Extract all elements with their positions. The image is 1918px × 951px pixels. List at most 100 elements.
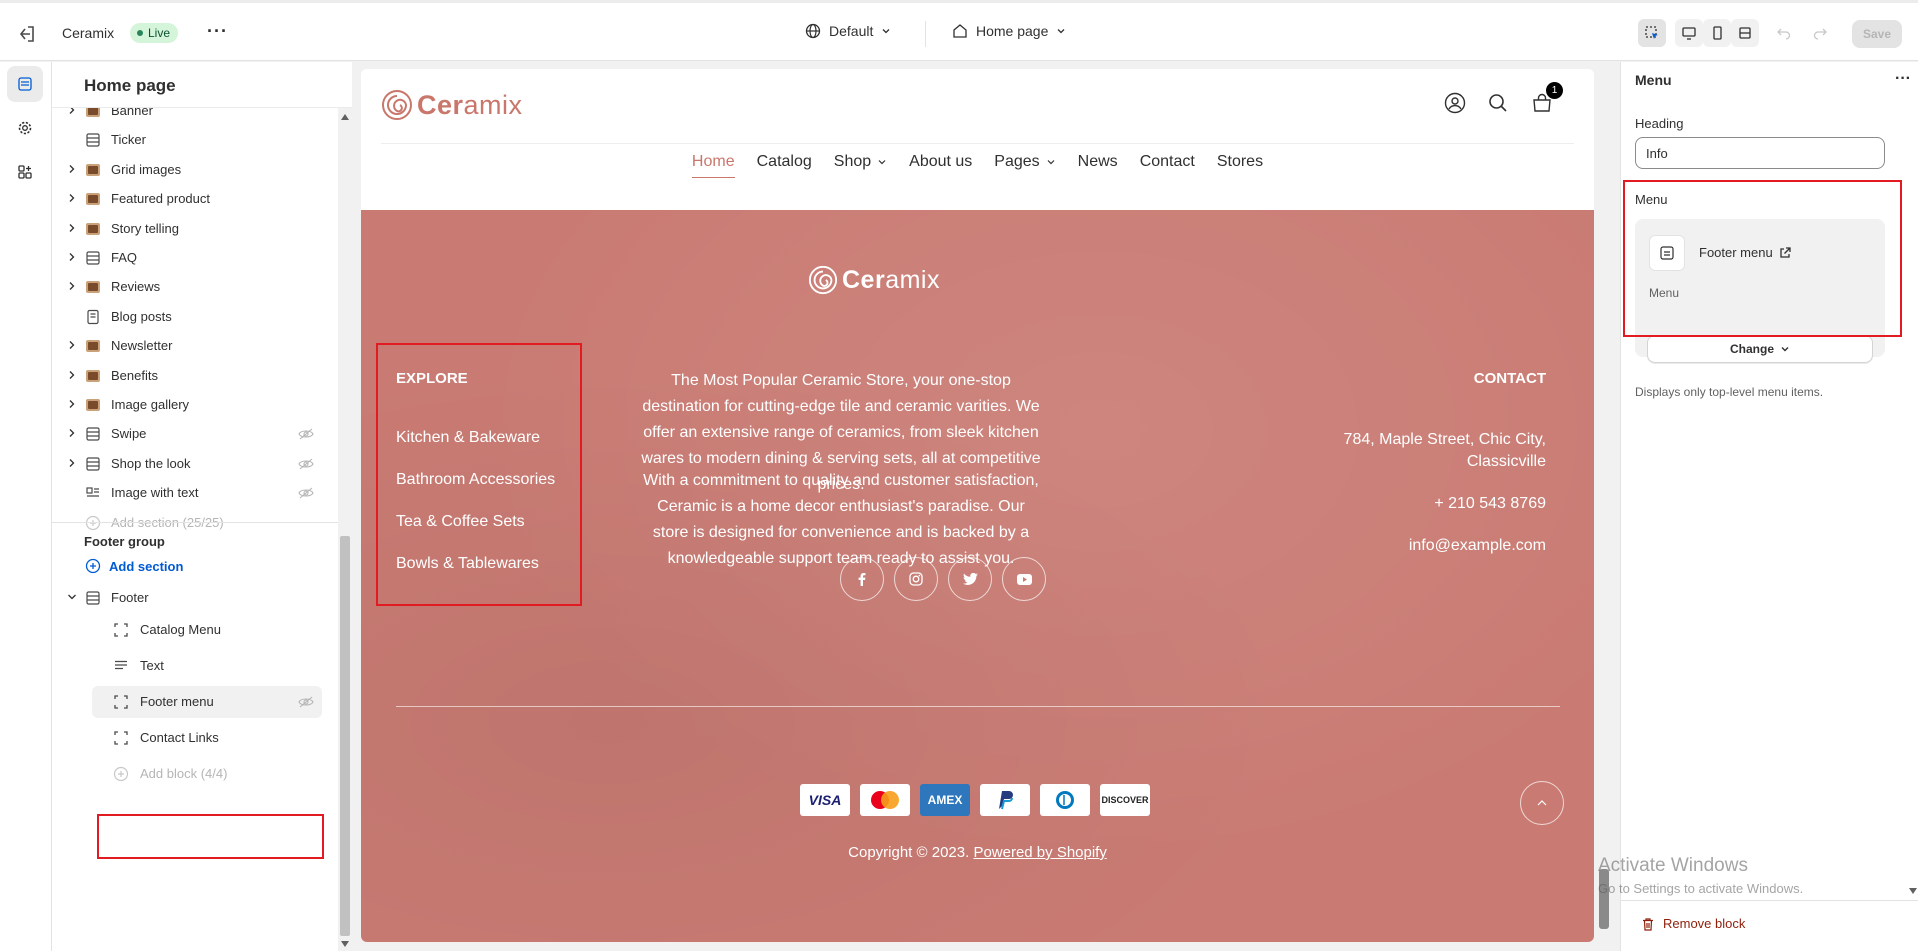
chevron-right-icon[interactable]: [67, 370, 77, 380]
eye-off-icon[interactable]: [298, 457, 314, 471]
instagram-icon[interactable]: [894, 557, 938, 601]
chevron-down-icon: [1047, 160, 1055, 165]
nav-news[interactable]: News: [1078, 153, 1118, 171]
windows-watermark: Activate Windows Go to Settings to activ…: [1598, 855, 1803, 896]
chevron-right-icon[interactable]: [67, 458, 77, 468]
back-to-top-button[interactable]: [1520, 781, 1564, 825]
block-row-footer-menu[interactable]: Footer menu: [92, 686, 322, 718]
chevron-right-icon[interactable]: [67, 399, 77, 409]
panel-scrollbar[interactable]: [1907, 62, 1918, 900]
section-thumbnail-icon: [86, 399, 100, 411]
section-label: Ticker: [111, 132, 146, 148]
footer-add-section-button[interactable]: Add section: [85, 558, 183, 574]
section-row-image-with-text[interactable]: Image with text: [52, 477, 338, 509]
nav-contact[interactable]: Contact: [1140, 153, 1195, 171]
exit-icon[interactable]: [16, 23, 38, 45]
section-label: Banner: [111, 108, 153, 118]
redo-icon[interactable]: [1806, 19, 1834, 47]
section-row-reviews[interactable]: Reviews: [52, 271, 338, 303]
nav-shop[interactable]: Shop: [834, 153, 887, 171]
section-thumbnail-icon: [86, 193, 100, 206]
store-logo[interactable]: Ceramix: [381, 89, 523, 121]
logo-text-light: amix: [463, 89, 523, 120]
contact-phone[interactable]: + 210 543 8769: [1434, 493, 1546, 515]
footer-logo[interactable]: Ceramix: [808, 265, 940, 295]
block-icon: [114, 623, 128, 637]
nav-pages[interactable]: Pages: [994, 153, 1055, 171]
section-row-faq[interactable]: FAQ: [52, 242, 338, 274]
youtube-icon[interactable]: [1002, 557, 1046, 601]
chevron-right-icon[interactable]: [67, 428, 77, 438]
amex-icon: AMEX: [920, 784, 970, 816]
powered-by-link[interactable]: Powered by Shopify: [973, 844, 1106, 861]
block-row-text[interactable]: Text: [52, 650, 338, 682]
section-row-story-telling[interactable]: Story telling: [52, 213, 338, 245]
eye-off-icon[interactable]: [298, 486, 314, 500]
sidebar-scrollbar[interactable]: [338, 108, 352, 951]
chevron-right-icon[interactable]: [67, 108, 77, 115]
section-row-ticker[interactable]: Ticker: [52, 124, 338, 156]
fullscreen-view-icon[interactable]: [1731, 19, 1759, 47]
section-row-benefits[interactable]: Benefits: [52, 360, 338, 392]
block-row-contact-links[interactable]: Contact Links: [52, 722, 338, 754]
scrollbar-thumb[interactable]: [340, 536, 350, 936]
change-menu-button[interactable]: Change: [1647, 335, 1873, 363]
section-row-shop-the-look[interactable]: Shop the look: [52, 448, 338, 480]
chevron-down-icon[interactable]: [67, 592, 77, 602]
eye-off-icon[interactable]: [298, 695, 314, 709]
page-select[interactable]: Home page: [952, 23, 1066, 39]
inspector-toggle-icon[interactable]: [1638, 19, 1666, 47]
chevron-right-icon[interactable]: [67, 281, 77, 291]
contact-email[interactable]: info@example.com: [1409, 535, 1546, 557]
chevron-right-icon[interactable]: [67, 252, 77, 262]
account-icon[interactable]: [1441, 89, 1469, 117]
block-label: Catalog Menu: [140, 622, 221, 637]
section-row-image-gallery[interactable]: Image gallery: [52, 389, 338, 421]
group-divider: [52, 522, 338, 523]
facebook-icon[interactable]: [840, 557, 884, 601]
twitter-icon[interactable]: [948, 557, 992, 601]
add-block-button[interactable]: Add block (4/4): [52, 758, 338, 790]
apps-icon[interactable]: [7, 154, 43, 190]
chevron-right-icon[interactable]: [67, 164, 77, 174]
section-label: Newsletter: [111, 338, 173, 354]
save-button[interactable]: Save: [1852, 20, 1902, 48]
contact-address-line-1: 784, Maple Street, Chic City,: [1343, 431, 1546, 448]
chevron-right-icon[interactable]: [67, 193, 77, 203]
nav-stores[interactable]: Stores: [1217, 153, 1263, 171]
section-label: Image with text: [111, 485, 199, 501]
section-row-featured-product[interactable]: Featured product: [52, 183, 338, 215]
paypal-icon: [980, 784, 1030, 816]
more-actions-button[interactable]: ···: [207, 21, 228, 42]
section-row-grid-images[interactable]: Grid images: [52, 154, 338, 186]
nav-about-us[interactable]: About us: [909, 153, 972, 171]
remove-block-button[interactable]: Remove block: [1641, 916, 1745, 931]
chevron-right-icon[interactable]: [67, 340, 77, 350]
eye-off-icon[interactable]: [298, 427, 314, 441]
amex-label: AMEX: [927, 793, 963, 807]
theme-select[interactable]: Default: [805, 23, 891, 39]
undo-icon[interactable]: [1770, 19, 1798, 47]
nav-shop-label: Shop: [833, 153, 872, 170]
mobile-view-icon[interactable]: [1703, 19, 1731, 47]
nav-catalog[interactable]: Catalog: [757, 153, 812, 171]
section-label: Swipe: [111, 426, 147, 442]
cart-icon[interactable]: 1: [1528, 82, 1563, 117]
sections-nav-icon[interactable]: [7, 66, 43, 102]
nav-home[interactable]: Home: [691, 153, 735, 178]
desktop-view-icon[interactable]: [1675, 19, 1703, 47]
heading-input[interactable]: [1635, 137, 1885, 169]
preview-scrollbar[interactable]: [1597, 69, 1611, 942]
watermark-line-1: Activate Windows: [1598, 855, 1748, 876]
section-row-newsletter[interactable]: Newsletter: [52, 330, 338, 362]
storefront-preview: Ceramix 1 Home Catalog Shop About us Pag…: [361, 69, 1594, 942]
section-row-footer[interactable]: Footer: [52, 582, 338, 614]
section-row-swipe[interactable]: Swipe: [52, 418, 338, 450]
section-row-blog-posts[interactable]: Blog posts: [52, 301, 338, 333]
gear-icon[interactable]: [7, 110, 43, 146]
highlight-explore-menu: [376, 343, 582, 606]
search-icon[interactable]: [1484, 89, 1512, 117]
chevron-right-icon[interactable]: [67, 223, 77, 233]
sections-sidebar: Home page Banner Ticker Grid images Feature…: [52, 62, 352, 951]
block-row-catalog-menu[interactable]: Catalog Menu: [52, 614, 338, 646]
